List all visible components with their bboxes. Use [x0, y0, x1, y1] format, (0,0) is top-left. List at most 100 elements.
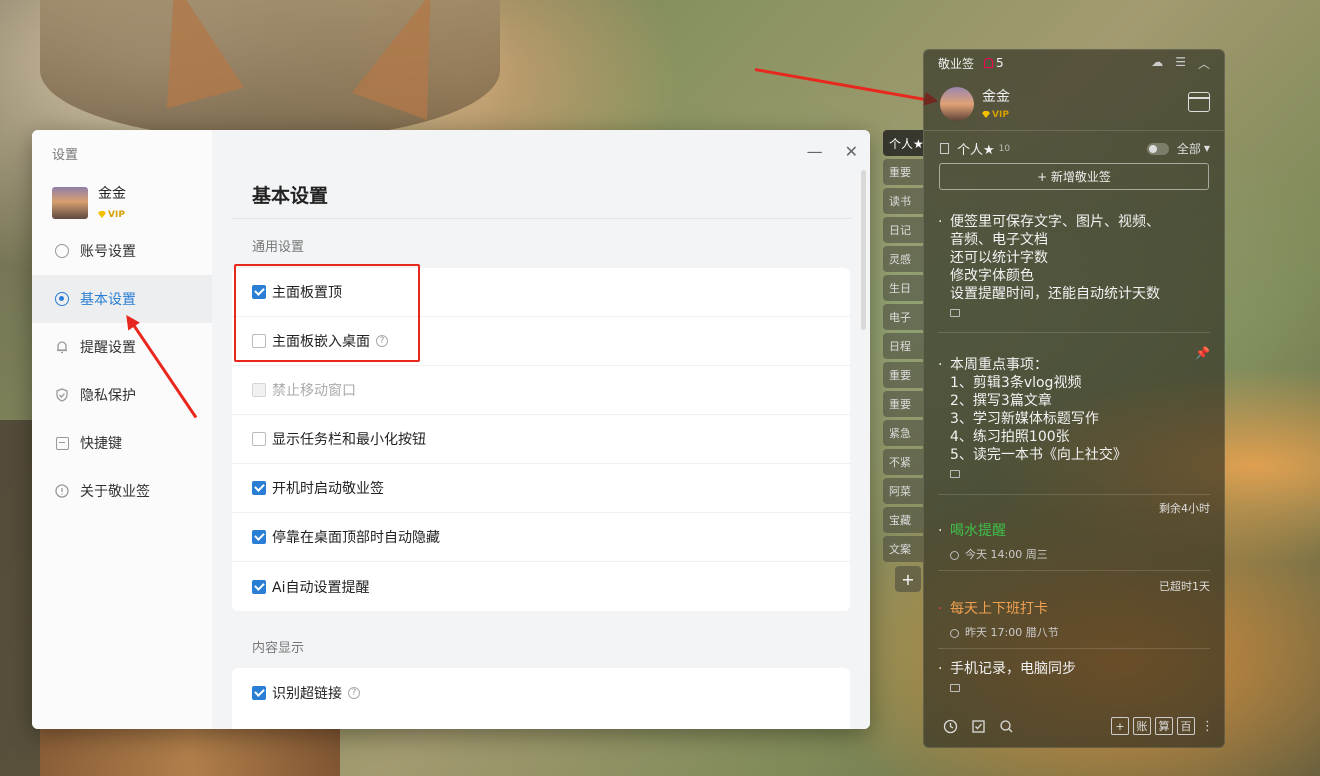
nav-account-settings[interactable]: 账号设置 — [32, 227, 212, 275]
bell-icon[interactable] — [984, 58, 994, 68]
vip-badge: VIP — [98, 210, 125, 220]
diamond-icon — [982, 111, 990, 118]
settings-nav: 账号设置 基本设置 提醒设置 隐私保护 快捷键 关于敬业签 — [32, 227, 212, 515]
category-header: 个人★ 10 全部 ▼ — [940, 139, 1210, 158]
category-count: 10 — [998, 143, 1011, 154]
accounting-button[interactable]: 账 — [1133, 717, 1151, 735]
section-title-content: 内容显示 — [252, 641, 305, 656]
tab-important-2[interactable]: 重要 — [883, 362, 923, 388]
add-box-button[interactable]: + — [1111, 717, 1129, 735]
background-shoe — [40, 728, 340, 776]
notification-count: 5 — [996, 56, 1004, 70]
settings-content: — ✕ 基本设置 通用设置 主面板置顶 主面板嵌入桌面 ? 禁止移动窗口 显示任… — [212, 130, 870, 729]
app-title: 敬业签 — [938, 56, 975, 71]
tab-ideas[interactable]: 灵感 — [883, 246, 923, 272]
help-icon[interactable]: ? — [348, 686, 360, 699]
nav-about[interactable]: 关于敬业签 — [32, 467, 212, 515]
tab-important-3[interactable]: 重要 — [883, 391, 923, 417]
lock-icon — [950, 309, 960, 317]
divider — [938, 570, 1210, 571]
option-auto-hide[interactable]: 停靠在桌面顶部时自动隐藏 — [232, 513, 850, 562]
note-item[interactable]: · 手机记录，电脑同步 — [938, 660, 1210, 697]
toggle-switch[interactable] — [1146, 142, 1169, 155]
search-icon[interactable] — [998, 718, 1014, 734]
annotation-arrow — [754, 68, 933, 103]
more-icon[interactable]: ⋮ — [1201, 719, 1214, 734]
info-icon — [54, 483, 70, 499]
checkbox[interactable] — [252, 481, 266, 495]
filter-dropdown[interactable]: 全部 ▼ — [1146, 140, 1210, 157]
bell-icon — [54, 339, 70, 355]
checkbox[interactable] — [252, 530, 266, 544]
bottom-toolbar: + 账 算 百 ⋮ — [942, 717, 1214, 735]
avatar — [940, 87, 974, 121]
menu-icon[interactable]: ☰ — [1175, 55, 1186, 72]
divider — [924, 130, 1224, 131]
tab-electronic[interactable]: 电子 — [883, 304, 923, 330]
divider — [232, 218, 852, 219]
nav-basic-settings[interactable]: 基本设置 — [32, 275, 212, 323]
scrollbar[interactable] — [861, 170, 866, 330]
option-show-taskbar[interactable]: 显示任务栏和最小化按钮 — [232, 415, 850, 464]
minimize-button[interactable]: — — [807, 142, 823, 161]
user-name: 金金 — [982, 89, 1010, 105]
clock-icon[interactable] — [942, 718, 958, 734]
nav-privacy[interactable]: 隐私保护 — [32, 371, 212, 419]
category-name: 个人★ — [957, 143, 995, 158]
add-note-button[interactable]: + 新增敬业签 — [939, 163, 1209, 190]
chevron-down-icon: ▼ — [1203, 144, 1210, 153]
option-detect-links[interactable]: 识别超链接 ? — [232, 668, 850, 717]
add-tab-button[interactable]: + — [895, 566, 921, 592]
category-tabs: 个人★ 重要 读书 日记 灵感 生日 电子 日程 重要 重要 紧急 不紧 阿菜 … — [883, 130, 923, 595]
overdue-time: 已超时1天 — [1159, 580, 1210, 593]
note-item[interactable]: · 便签里可保存文字、图片、视频、 音频、电子文档 还可以统计字数 修改字体颜色… — [938, 213, 1210, 322]
user-icon — [54, 243, 70, 259]
nav-shortcuts[interactable]: 快捷键 — [32, 419, 212, 467]
tab-copywriting[interactable]: 文案 — [883, 536, 923, 562]
highlight-box — [234, 264, 420, 362]
encyclopedia-button[interactable]: 百 — [1177, 717, 1195, 735]
tab-personal[interactable]: 个人★ — [883, 130, 923, 156]
tab-acai[interactable]: 阿菜 — [883, 478, 923, 504]
calculator-button[interactable]: 算 — [1155, 717, 1173, 735]
tab-treasure[interactable]: 宝藏 — [883, 507, 923, 533]
note-item[interactable]: 📌 · 本周重点事项： 1、剪辑3条vlog视频 2、撰写3篇文章 3、学习新媒… — [938, 346, 1210, 483]
user-profile[interactable]: 金金 VIP — [940, 86, 1010, 122]
option-ai-reminder[interactable]: Ai自动设置提醒 — [232, 562, 850, 611]
note-item-reminder[interactable]: 剩余4小时 · 喝水提醒 今天 14:00 周三 — [938, 502, 1210, 564]
settings-user-profile[interactable]: 金金 VIP — [52, 183, 126, 222]
vip-badge: VIP — [982, 110, 1009, 120]
divider — [938, 494, 1210, 495]
option-autostart[interactable]: 开机时启动敬业签 — [232, 464, 850, 513]
settings-title: 设置 — [52, 148, 79, 163]
option-lock-window: 禁止移动窗口 — [232, 366, 850, 415]
collapse-icon[interactable]: ︿ — [1198, 55, 1210, 72]
checkbox[interactable] — [252, 432, 266, 446]
content-settings-card: 识别超链接 ? — [232, 668, 850, 729]
cloud-icon[interactable]: ☁ — [1151, 55, 1163, 72]
repeat-icon — [950, 628, 959, 638]
tab-diary[interactable]: 日记 — [883, 217, 923, 243]
close-button[interactable]: ✕ — [845, 142, 858, 161]
user-name: 金金 — [98, 186, 126, 202]
pin-icon[interactable]: 📌 — [1195, 344, 1210, 362]
tab-important[interactable]: 重要 — [883, 159, 923, 185]
nav-reminder-settings[interactable]: 提醒设置 — [32, 323, 212, 371]
tab-schedule[interactable]: 日程 — [883, 333, 923, 359]
tab-not-urgent[interactable]: 不紧 — [883, 449, 923, 475]
remaining-time: 剩余4小时 — [1159, 502, 1210, 515]
tab-birthday[interactable]: 生日 — [883, 275, 923, 301]
checklist-icon[interactable] — [970, 718, 986, 734]
bookmark-icon — [940, 143, 949, 154]
tab-urgent[interactable]: 紧急 — [883, 420, 923, 446]
note-item-reminder[interactable]: 已超时1天 · 每天上下班打卡 昨天 17:00 腊八节 — [938, 580, 1210, 642]
checkbox[interactable] — [252, 685, 266, 700]
keyboard-icon — [54, 435, 70, 451]
tab-reading[interactable]: 读书 — [883, 188, 923, 214]
calendar-icon[interactable] — [1188, 92, 1210, 112]
diamond-icon — [98, 211, 106, 218]
avatar — [52, 186, 88, 219]
checkbox[interactable] — [252, 579, 266, 594]
divider — [938, 332, 1210, 333]
settings-sidebar: 设置 金金 VIP 账号设置 基本设置 提醒设置 隐私保护 快捷键 关于敬业签 — [32, 130, 212, 729]
